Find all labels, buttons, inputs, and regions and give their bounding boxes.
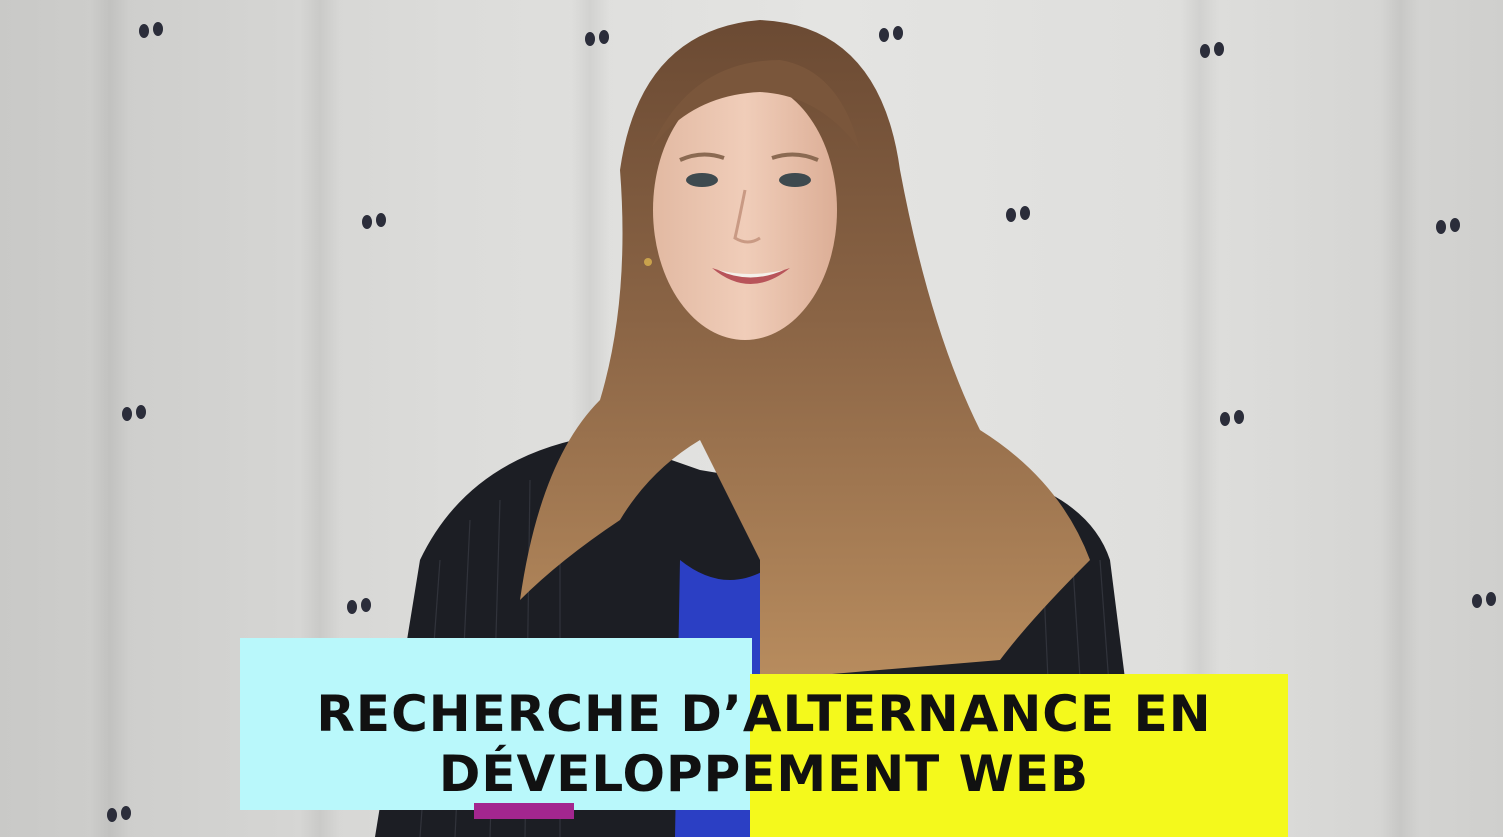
video-frame: RECHERCHE D’ALTERNANCE EN DÉVELOPPEMENT … — [0, 0, 1503, 837]
caption-line-1: RECHERCHE D’ALTERNANCE EN — [316, 685, 1212, 743]
caption-underline-accent — [474, 803, 574, 819]
caption-line-2: DÉVELOPPEMENT WEB — [438, 745, 1090, 803]
face — [653, 80, 837, 340]
video-caption: RECHERCHE D’ALTERNANCE EN DÉVELOPPEMENT … — [240, 684, 1288, 804]
